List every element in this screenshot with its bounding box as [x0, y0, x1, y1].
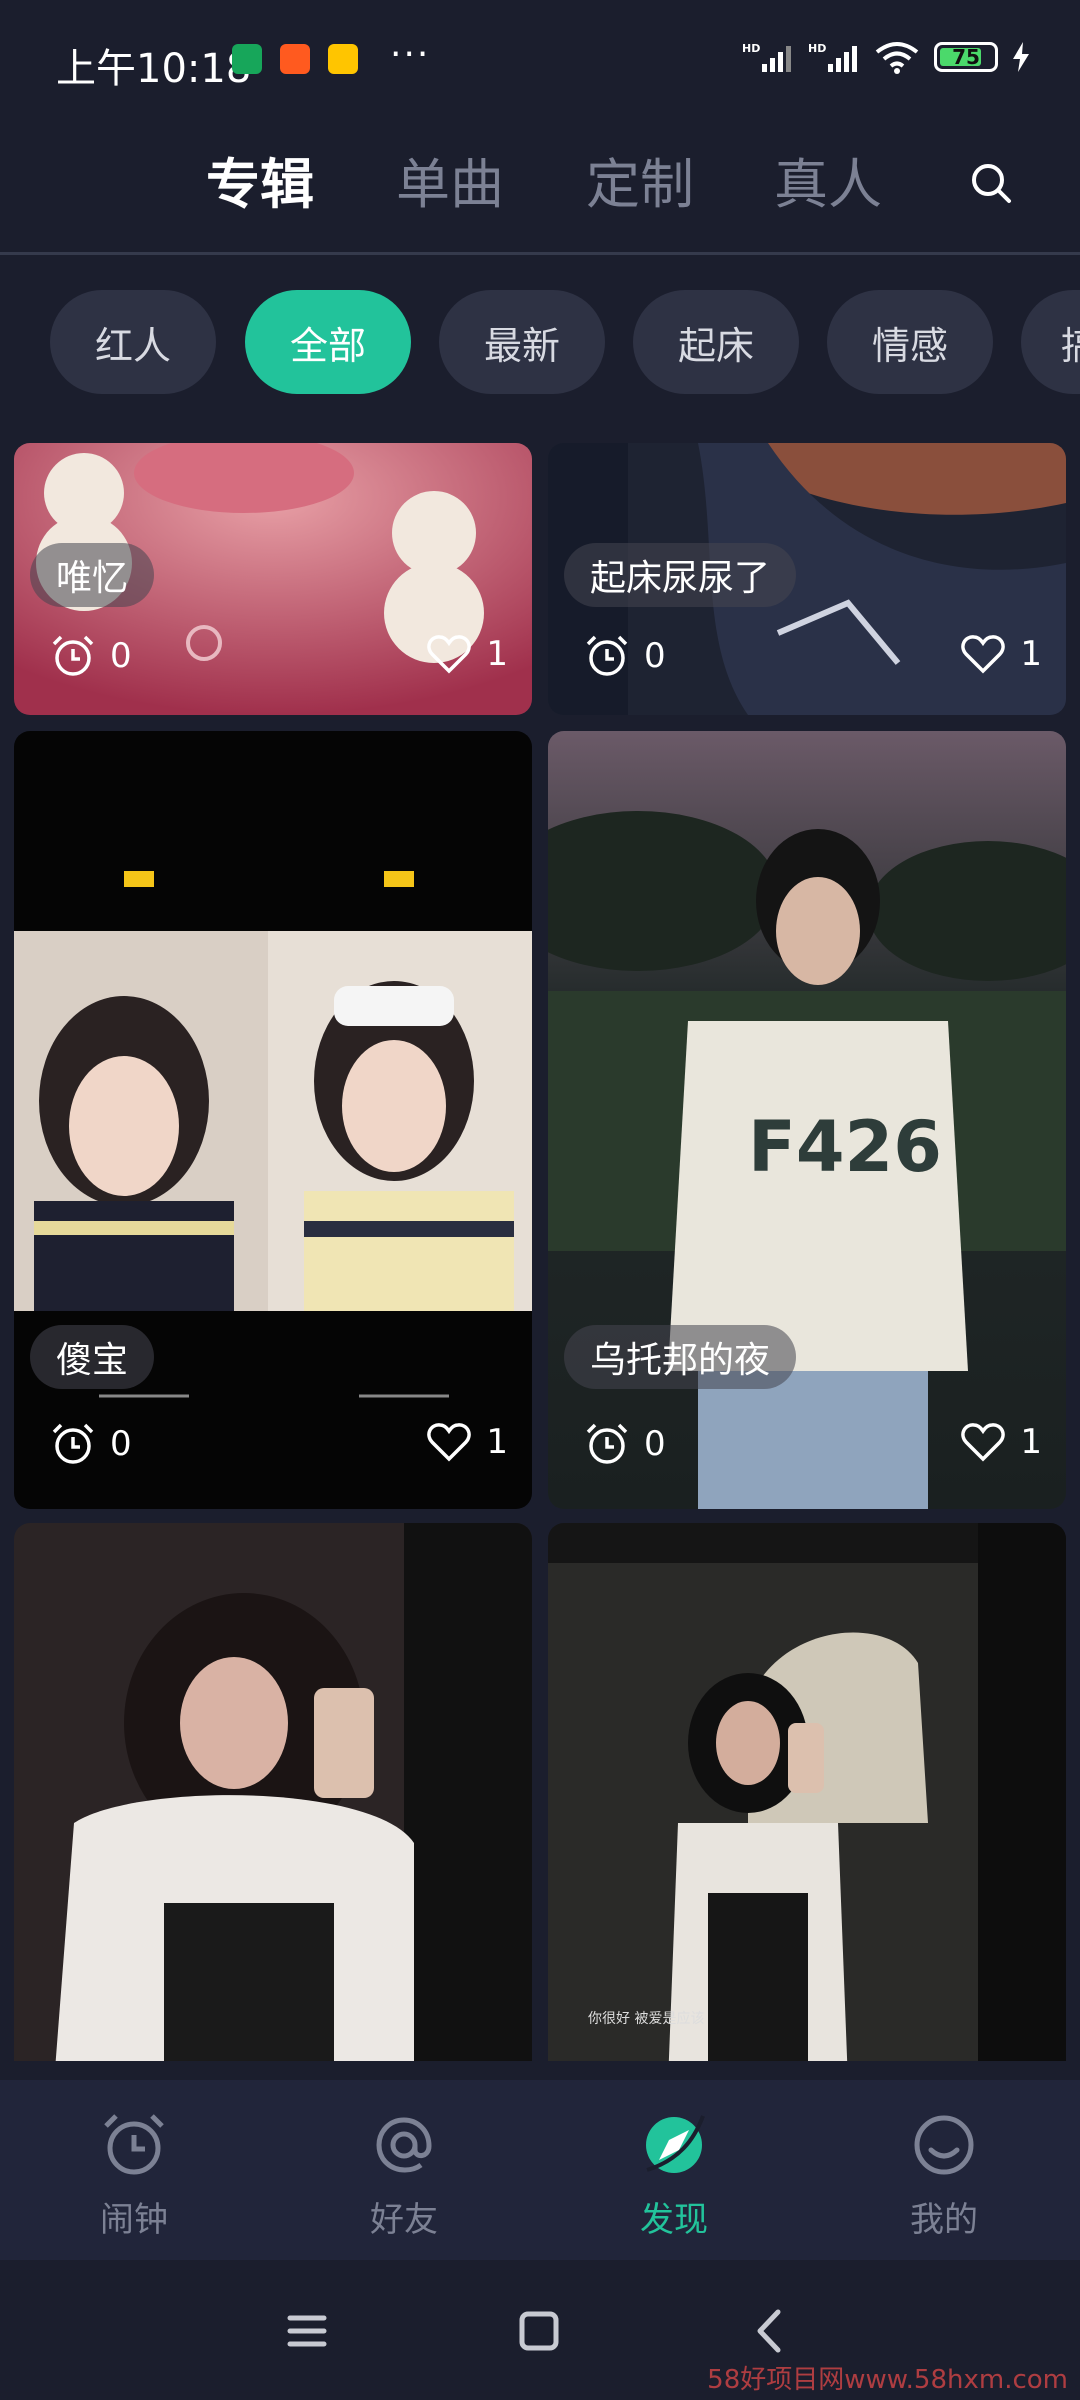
alarm-count: 0 [50, 633, 132, 679]
nav-discover[interactable]: 发现 [594, 2110, 754, 2241]
nav-me[interactable]: 我的 [864, 2110, 1024, 2241]
alarm-clock-icon [586, 635, 628, 676]
alarm-clock-icon [52, 1423, 94, 1464]
category-chips: 红人 全部 最新 起床 情感 搞 [0, 290, 1080, 396]
nav-friends-label: 好友 [370, 2200, 438, 2240]
tab-custom[interactable]: 定制 [586, 140, 694, 219]
alarm-count: 0 [584, 633, 666, 679]
album-card[interactable]: F426 乌托邦的夜 0 1 [548, 731, 1066, 1509]
smiley-face-icon [914, 2115, 974, 2175]
alarm-count: 0 [50, 1421, 132, 1467]
bottom-navigation: 闹钟 好友 发现 我的 [0, 2080, 1080, 2260]
battery-level: 75 [952, 45, 980, 69]
nav-alarm-label: 闹钟 [100, 2200, 168, 2240]
album-cover-image [14, 1523, 532, 2061]
signal-hd-icon: HD [742, 42, 791, 72]
nav-discover-label: 发现 [640, 2200, 708, 2240]
album-title: 唯忆 [30, 543, 155, 607]
menu-icon[interactable] [282, 2306, 332, 2356]
wifi-icon [875, 42, 919, 74]
album-card[interactable]: 傻宝 0 1 [14, 731, 532, 1509]
svg-text:HD: HD [742, 42, 760, 55]
tab-single[interactable]: 单曲 [396, 140, 504, 219]
like-count[interactable]: 1 [426, 1421, 508, 1463]
heart-icon[interactable] [960, 1421, 1006, 1463]
album-title: 乌托邦的夜 [564, 1325, 797, 1389]
album-cover-image: F426 [548, 731, 1066, 1509]
chip-emotion[interactable]: 情感 [827, 290, 993, 394]
like-count-value: 1 [486, 1422, 508, 1462]
album-card[interactable]: 你很好 被爱是应该 [548, 1523, 1066, 2061]
album-grid: 唯忆 0 1 起床尿尿了 0 1 傻宝 0 1 F426 乌托邦的夜 0 1 你… [0, 443, 1080, 2061]
alarm-clock-icon [52, 635, 94, 676]
chip-influencer[interactable]: 红人 [50, 290, 216, 394]
heart-icon[interactable] [426, 1421, 472, 1463]
alarm-count-value: 0 [644, 1424, 666, 1464]
album-card[interactable]: 唯忆 0 1 [14, 443, 532, 715]
like-count[interactable]: 1 [426, 633, 508, 675]
taobao-notification-icon [280, 44, 310, 74]
album-cover-image: 你很好 被爱是应该 [548, 1523, 1066, 2061]
heart-icon[interactable] [426, 633, 472, 675]
header-divider [0, 252, 1080, 255]
discover-compass-icon [646, 2115, 705, 2173]
svg-text:F426: F426 [748, 1106, 942, 1188]
heart-icon[interactable] [960, 633, 1006, 675]
system-navigation-bar: 58好项目网www.58hxm.com [0, 2260, 1080, 2400]
more-notifications-icon: ··· [390, 34, 431, 75]
battery-indicator: 75 [934, 42, 998, 72]
meituan-notification-icon [328, 44, 358, 74]
nav-alarm[interactable]: 闹钟 [54, 2110, 214, 2241]
chip-all[interactable]: 全部 [245, 290, 411, 394]
svg-text:你很好 被爱是应该: 你很好 被爱是应该 [588, 2010, 704, 2027]
back-icon[interactable] [746, 2306, 796, 2356]
tab-real-person[interactable]: 真人 [774, 140, 882, 219]
status-time: 上午10:18 [56, 46, 252, 92]
alarm-count-value: 0 [110, 1424, 132, 1464]
like-count[interactable]: 1 [960, 1421, 1042, 1463]
album-card[interactable]: 起床尿尿了 0 1 [548, 443, 1066, 715]
nav-friends[interactable]: 好友 [324, 2110, 484, 2241]
search-icon[interactable] [962, 154, 1022, 214]
top-tab-bar: 专辑 单曲 定制 真人 [0, 130, 1080, 250]
at-sign-icon [376, 2117, 432, 2173]
nav-me-label: 我的 [910, 2200, 978, 2240]
alarm-count-value: 0 [644, 636, 666, 676]
tab-album[interactable]: 专辑 [206, 140, 314, 219]
status-bar: 上午10:18 ··· HD HD 75 [0, 0, 1080, 120]
like-count-value: 1 [1020, 1422, 1042, 1462]
album-title: 傻宝 [30, 1325, 155, 1389]
alarm-count: 0 [584, 1421, 666, 1467]
watermark: 58好项目网www.58hxm.com [707, 2365, 1068, 2395]
alarm-clock-icon [586, 1423, 628, 1464]
like-count-value: 1 [1020, 634, 1042, 674]
album-title: 起床尿尿了 [564, 543, 797, 607]
chip-funny[interactable]: 搞 [1021, 290, 1080, 394]
chip-latest[interactable]: 最新 [439, 290, 605, 394]
svg-text:HD: HD [808, 42, 826, 55]
chip-wake-up[interactable]: 起床 [633, 290, 799, 394]
signal-hd-icon-2: HD [808, 42, 857, 72]
like-count-value: 1 [486, 634, 508, 674]
alarm-count-value: 0 [110, 636, 132, 676]
like-count[interactable]: 1 [960, 633, 1042, 675]
home-icon[interactable] [514, 2306, 564, 2356]
charging-icon [1013, 42, 1029, 72]
download-notification-icon [232, 44, 262, 74]
album-cover-image [14, 731, 532, 1509]
album-card[interactable] [14, 1523, 532, 2061]
alarm-clock-icon [104, 2114, 164, 2175]
